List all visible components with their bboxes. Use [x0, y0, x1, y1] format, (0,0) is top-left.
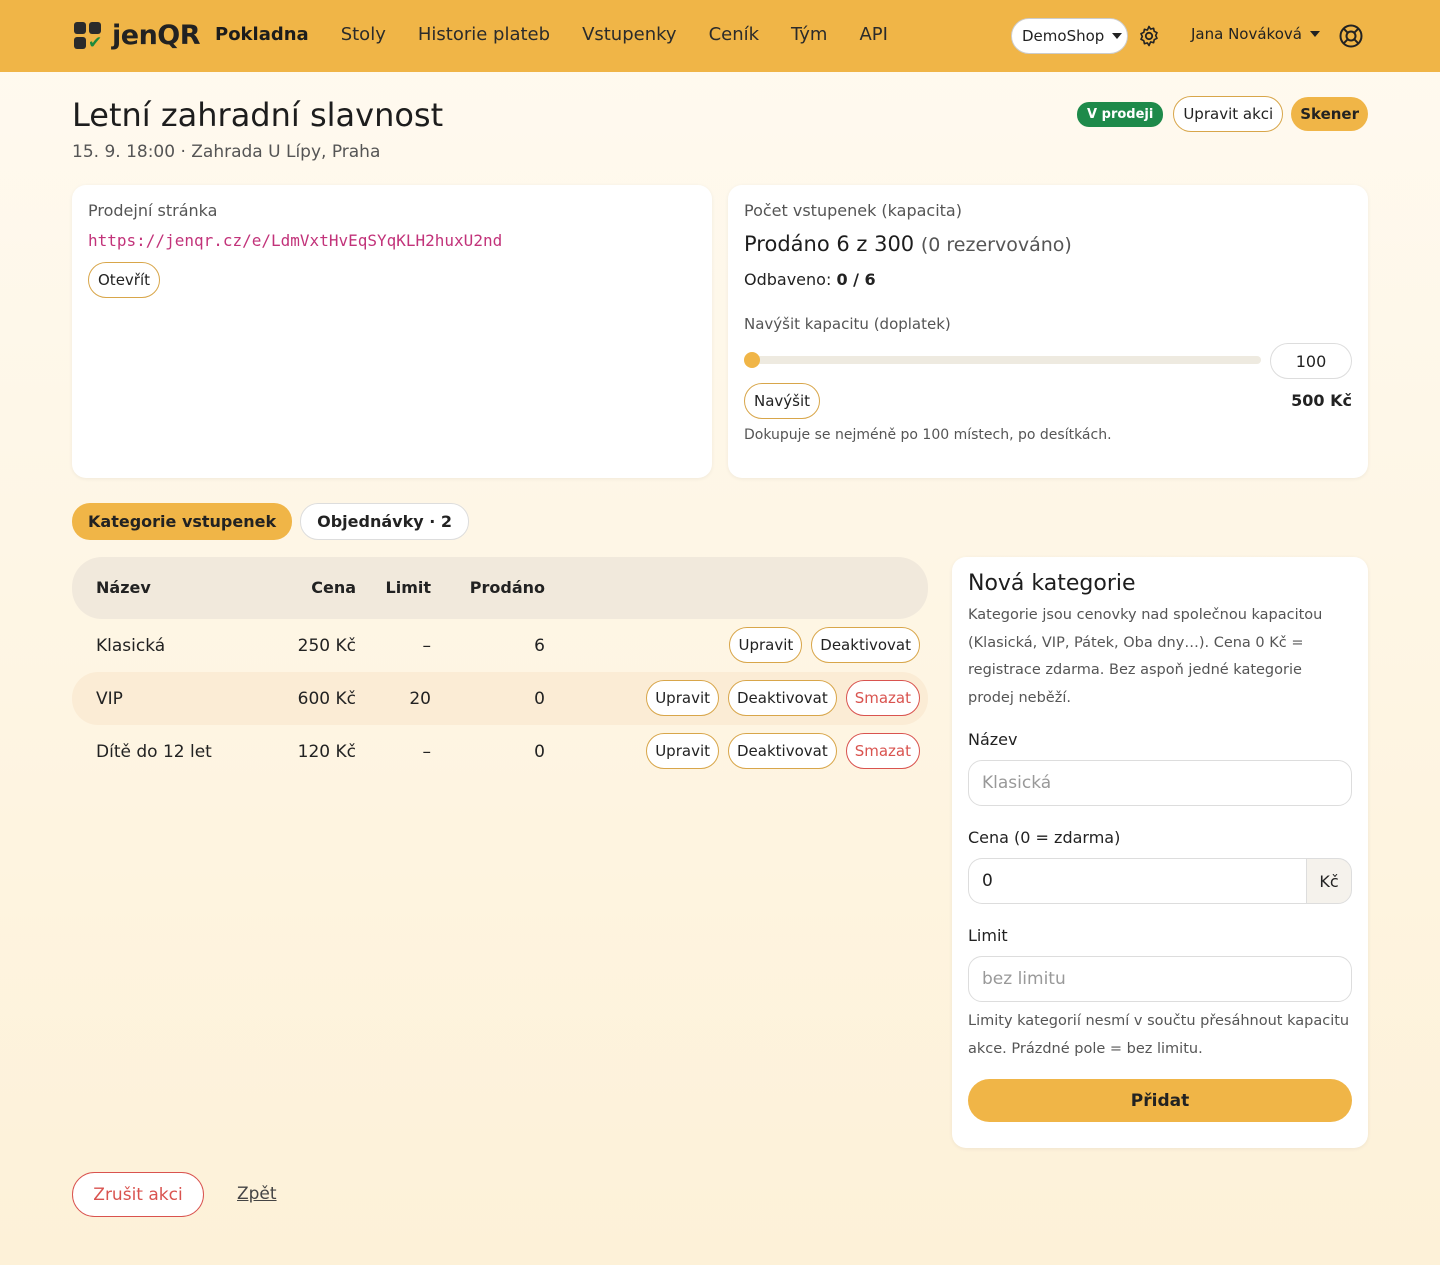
category-limit: 20	[409, 689, 431, 709]
category-limit-input[interactable]	[968, 956, 1352, 1002]
scanned-value: 0 / 6	[836, 270, 876, 289]
table-row: Klasická 250 Kč – 6 Upravit Deaktivovat	[72, 619, 928, 672]
nav-link-historie-plateb[interactable]: Historie plateb	[418, 24, 550, 45]
category-price-input[interactable]	[968, 858, 1306, 904]
sales-page-url[interactable]: https://jenqr.cz/e/LdmVxtHvEqSYqKLH2huxU…	[88, 231, 696, 250]
brand-name: jenQR	[112, 20, 201, 51]
capacity-label: Počet vstupenek (kapacita)	[744, 201, 962, 220]
category-price: 600 Kč	[297, 689, 356, 709]
event-date-location: 15. 9. 18:00 · Zahrada U Lípy, Praha	[72, 142, 381, 162]
deactivate-category-button[interactable]: Deaktivovat	[728, 680, 837, 716]
category-name: Klasická	[96, 636, 166, 656]
category-sold: 0	[534, 742, 545, 762]
scanner-button[interactable]: Skener	[1291, 97, 1368, 131]
raise-action-row: Navýšit 500 Kč	[744, 383, 1352, 419]
top-navbar: ✔ jenQR Pokladna Stoly Historie plateb V…	[0, 0, 1440, 72]
row-actions: Upravit Deaktivovat	[720, 627, 920, 663]
delete-category-button[interactable]: Smazat	[845, 680, 920, 716]
raise-price: 500 Kč	[1291, 391, 1352, 410]
sold-count: Prodáno 6 z 300	[744, 232, 915, 256]
tab-ticket-categories[interactable]: Kategorie vstupenek	[72, 503, 293, 540]
table-row: Dítě do 12 let 120 Kč – 0 Upravit Deakti…	[72, 725, 928, 778]
capacity-slider-thumb[interactable]	[744, 352, 760, 368]
new-category-card: Nová kategorie Kategorie jsou cenovky na…	[952, 557, 1368, 1148]
scanned-label: Odbaveno:	[744, 270, 832, 289]
sales-page-card: Prodejní stránka https://jenqr.cz/e/LdmV…	[72, 185, 712, 478]
nav-link-cenik[interactable]: Ceník	[709, 24, 759, 45]
sold-summary: Prodáno 6 z 300 (0 rezervováno)	[744, 232, 1352, 256]
nav-link-pokladna[interactable]: Pokladna	[215, 24, 309, 45]
add-category-button[interactable]: Přidat	[968, 1079, 1352, 1122]
nav-link-stoly[interactable]: Stoly	[341, 24, 386, 45]
category-price: 250 Kč	[297, 636, 356, 656]
shop-select-value: DemoShop	[1022, 27, 1105, 45]
user-name: Jana Nováková	[1191, 25, 1302, 43]
capacity-slider-track[interactable]	[744, 356, 1261, 364]
main-nav: Pokladna Stoly Historie plateb Vstupenky…	[215, 24, 920, 45]
category-limit: –	[422, 636, 432, 656]
column-header-price: Cena	[311, 578, 356, 597]
brand[interactable]: ✔ jenQR	[74, 20, 201, 51]
shop-select[interactable]: DemoShop	[1011, 18, 1128, 54]
tab-orders[interactable]: Objednávky · 2	[300, 503, 470, 540]
section-tabs: Kategorie vstupenek Objednávky · 2	[72, 503, 477, 540]
lifebuoy-icon[interactable]	[1338, 23, 1364, 49]
page-title: Letní zahradní slavnost	[72, 96, 444, 134]
column-header-name: Název	[96, 578, 151, 597]
table-header: Název Cena Limit Prodáno	[72, 557, 928, 619]
column-header-sold: Prodáno	[469, 578, 545, 597]
chevron-down-icon	[1309, 31, 1320, 37]
header-actions: V prodeji Upravit akci Skener	[1077, 96, 1368, 132]
capacity-card: Počet vstupenek (kapacita) Prodáno 6 z 3…	[728, 185, 1368, 478]
new-category-description: Kategorie jsou cenovky nad společnou kap…	[968, 607, 1323, 706]
edit-event-button[interactable]: Upravit akci	[1173, 96, 1284, 132]
raise-capacity-input[interactable]	[1270, 343, 1352, 379]
capacity-note: Dokupuje se nejméně po 100 místech, po d…	[744, 427, 1112, 443]
back-link[interactable]: Zpět	[237, 1184, 277, 1204]
category-sold: 6	[534, 636, 545, 656]
deactivate-category-button[interactable]: Deaktivovat	[728, 733, 837, 769]
edit-category-button[interactable]: Upravit	[646, 733, 719, 769]
price-input-group: Kč	[968, 858, 1352, 904]
category-price: 120 Kč	[297, 742, 356, 762]
raise-capacity-label: Navýšit kapacitu (doplatek)	[744, 315, 951, 333]
new-category-title: Nová kategorie	[968, 571, 1136, 596]
open-sales-page-button[interactable]: Otevřít	[88, 262, 161, 298]
edit-category-button[interactable]: Upravit	[729, 627, 803, 663]
row-actions: Upravit Deaktivovat Smazat	[637, 680, 920, 716]
raise-capacity-row	[744, 343, 1352, 379]
raise-capacity-button[interactable]: Navýšit	[744, 383, 821, 419]
column-header-limit: Limit	[385, 578, 431, 597]
status-badge: V prodeji	[1077, 101, 1164, 127]
chevron-down-icon	[1112, 33, 1123, 39]
categories-table: Název Cena Limit Prodáno Klasická 250 Kč…	[72, 557, 928, 778]
user-menu[interactable]: Jana Nováková	[1191, 25, 1320, 43]
reserved-count: (0 rezervováno)	[920, 234, 1072, 256]
category-sold: 0	[534, 689, 545, 709]
cancel-event-button[interactable]: Zrušit akci	[72, 1172, 204, 1217]
deactivate-category-button[interactable]: Deaktivovat	[811, 627, 920, 663]
nav-link-vstupenky[interactable]: Vstupenky	[582, 24, 677, 45]
row-actions: Upravit Deaktivovat Smazat	[637, 733, 920, 769]
table-row: VIP 600 Kč 20 0 Upravit Deaktivovat Smaz…	[72, 672, 928, 725]
category-limit: –	[422, 742, 432, 762]
price-label: Cena (0 = zdarma)	[968, 828, 1121, 847]
scanned-summary: Odbaveno: 0 / 6	[744, 270, 1352, 289]
edit-category-button[interactable]: Upravit	[646, 680, 719, 716]
category-name: Dítě do 12 let	[96, 742, 212, 762]
limit-note: Limity kategorií nesmí v součtu přesáhno…	[968, 1013, 1350, 1057]
sales-page-label: Prodejní stránka	[88, 201, 218, 220]
currency-addon: Kč	[1306, 858, 1352, 904]
name-label: Název	[968, 730, 1018, 749]
category-name-input[interactable]	[968, 760, 1352, 806]
nav-link-api[interactable]: API	[859, 24, 887, 45]
delete-category-button[interactable]: Smazat	[845, 733, 920, 769]
category-name: VIP	[96, 689, 123, 709]
nav-link-tym[interactable]: Tým	[791, 24, 827, 45]
limit-label: Limit	[968, 926, 1008, 945]
gear-icon[interactable]	[1137, 24, 1161, 48]
jenqr-logo-icon: ✔	[74, 21, 102, 51]
